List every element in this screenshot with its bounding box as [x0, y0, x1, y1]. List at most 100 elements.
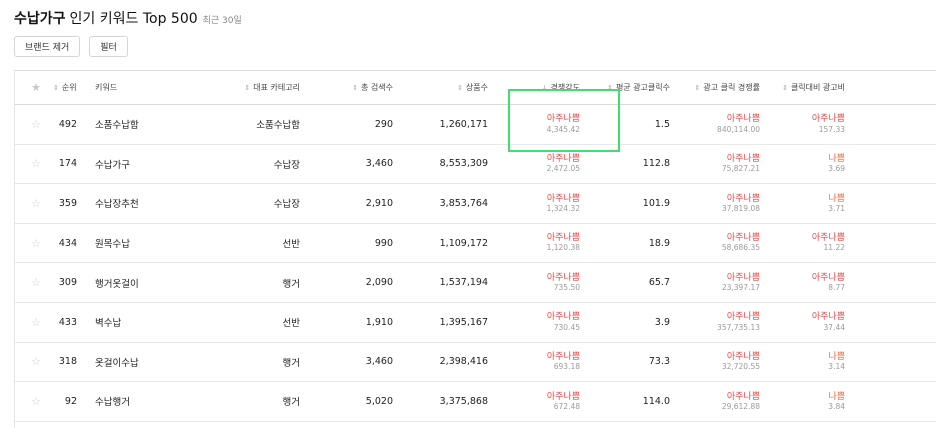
star-outline-icon[interactable]: ☆ [31, 395, 41, 408]
competition-level: 아주나쁨 [546, 193, 580, 204]
ad-click-competition-cell: 아주나쁨 37,819.08 [680, 184, 760, 223]
rank-cell: 92 [64, 395, 77, 407]
table-row[interactable]: ☆ 309 행거옷걸이 행거 2,090 1,537,194 아주나쁨 735.50 65.7 아… [15, 263, 936, 303]
favorite-toggle[interactable]: ☆ [27, 382, 45, 421]
click-cost-level: 아주나쁨 [811, 312, 845, 323]
search-volume-cell: 1,910 [365, 316, 393, 328]
header-star[interactable]: ★ [27, 71, 45, 104]
competition-value: 1,324.32 [546, 203, 580, 213]
category-title: 수납가구 [14, 11, 66, 27]
category-cell: 선반 [282, 318, 300, 330]
avg-ad-clicks-cell: 112.8 [642, 158, 670, 170]
ad-click-competition-level: 아주나쁨 [726, 312, 760, 323]
favorite-toggle[interactable]: ☆ [27, 105, 45, 144]
star-outline-icon[interactable]: ☆ [31, 276, 41, 289]
page-title: 인기 키워드 Top 500 [69, 11, 198, 27]
category-cell: 수납장 [273, 159, 300, 171]
rank-cell: 492 [58, 118, 77, 130]
header-click-cost[interactable]: ⇕ 클릭대비 광고비 [775, 71, 845, 104]
rank-cell: 434 [58, 237, 77, 249]
competition-cell: 아주나쁨 2,472.05 [510, 145, 580, 184]
ad-click-competition-level: 아주나쁨 [726, 233, 760, 244]
header-avg-ad-clicks-label: 평균 광고클릭수 [615, 83, 670, 92]
table-row[interactable]: ☆ 433 벽수납 선반 1,910 1,395,167 아주나쁨 730.45 3.9 아주나쁨… [15, 303, 936, 343]
competition-cell: 아주나쁨 1,324.32 [510, 184, 580, 223]
sort-arrows-icon: ⇕ [244, 83, 251, 92]
avg-ad-clicks-cell: 1.5 [654, 118, 670, 130]
category-cell: 소품수납함 [256, 120, 300, 132]
competition-level: 아주나쁨 [546, 233, 580, 244]
table-row[interactable]: ☆ 359 수납장추천 수납장 2,910 3,853,764 아주나쁨 1,324.32 10… [15, 184, 936, 224]
click-cost-level: 아주나쁨 [811, 114, 845, 125]
star-outline-icon[interactable]: ☆ [31, 157, 41, 170]
competition-level: 아주나쁨 [546, 351, 580, 362]
favorite-toggle[interactable]: ☆ [27, 303, 45, 342]
header-search-volume-label: 총 검색수 [361, 83, 393, 92]
competition-level: 아주나쁨 [546, 272, 580, 283]
header-category[interactable]: ⇕ 대표 카테고리 [185, 71, 300, 104]
star-outline-icon[interactable]: ☆ [31, 316, 41, 329]
sort-arrows-icon: ⇕ [457, 83, 463, 92]
table-row[interactable]: ☆ 434 원목수납 선반 990 1,109,172 아주나쁨 1,120.38 18.9 아주… [15, 224, 936, 264]
category-cell: 선반 [282, 239, 300, 251]
click-cost-cell: 아주나쁨 11.22 [775, 224, 845, 263]
favorite-toggle[interactable]: ☆ [27, 145, 45, 184]
filter-button[interactable]: 필터 [89, 36, 128, 57]
star-outline-icon[interactable]: ☆ [31, 237, 41, 250]
table-row[interactable]: ☆ 492 소품수납함 소품수납함 290 1,260,171 아주나쁨 4,345.42 1.… [15, 105, 936, 145]
table-row[interactable]: ☆ 174 수납가구 수납장 3,460 8,553,309 아주나쁨 2,472.05 112… [15, 145, 936, 185]
click-cost-value: 3.71 [828, 203, 845, 213]
category-cell: 행거 [282, 397, 300, 409]
category-cell: 수납장 [273, 199, 300, 211]
ad-click-competition-value: 75,827.21 [721, 164, 760, 174]
header-search-volume[interactable]: ⇕ 총 검색수 [315, 71, 393, 104]
ad-click-competition-level: 아주나쁨 [726, 272, 760, 283]
favorite-toggle[interactable]: ☆ [27, 184, 45, 223]
competition-cell: 아주나쁨 693.18 [510, 343, 580, 382]
competition-value: 2,472.05 [546, 164, 580, 174]
ad-click-competition-level: 아주나쁨 [726, 153, 760, 164]
click-cost-value: 157.33 [818, 124, 845, 134]
header-product-count[interactable]: ⇕ 상품수 [405, 71, 488, 104]
header-avg-ad-clicks[interactable]: ⇕ 평균 광고클릭수 [590, 71, 670, 104]
table-row[interactable]: ☆ 92 수납행거 행거 5,020 3,375,868 아주나쁨 672.48 114.0 아주… [15, 382, 936, 422]
competition-value: 1,120.38 [546, 243, 580, 253]
header-click-cost-label: 클릭대비 광고비 [790, 83, 845, 92]
header-competition[interactable]: ↓ 경쟁강도 [510, 71, 580, 104]
click-cost-value: 3.14 [828, 362, 845, 372]
search-volume-cell: 2,910 [365, 197, 393, 209]
click-cost-cell: 아주나쁨 157.33 [775, 105, 845, 144]
rank-cell: 174 [58, 158, 77, 170]
ad-click-competition-value: 357,735.13 [717, 322, 760, 332]
header-ad-click-competition-label: 광고 클릭 경쟁률 [703, 83, 760, 92]
brand-remove-button[interactable]: 브랜드 제거 [14, 36, 81, 57]
ad-click-competition-cell: 아주나쁨 75,827.21 [680, 145, 760, 184]
toolbar: 브랜드 제거 필터 [14, 36, 128, 57]
table-row[interactable]: ☆ 318 옷걸이수납 행거 3,460 2,398,416 아주나쁨 693.18 73.3 아… [15, 343, 936, 383]
favorite-toggle[interactable]: ☆ [27, 263, 45, 302]
table-header: ★ ⇕ 순위 키워드 ⇕ 대표 카테고리 ⇕ 총 검색수 ⇕ 상품수 ↓ 경쟁강도 ⇕ 평균… [15, 71, 936, 105]
rank-cell: 318 [58, 356, 77, 368]
header-ad-click-competition[interactable]: ⇕ 광고 클릭 경쟁률 [680, 71, 760, 104]
search-volume-cell: 990 [374, 237, 393, 249]
avg-ad-clicks-cell: 3.9 [654, 316, 670, 328]
header-product-count-label: 상품수 [465, 83, 488, 92]
ad-click-competition-value: 32,720.55 [721, 362, 760, 372]
header-rank[interactable]: ⇕ 순위 [53, 71, 93, 104]
search-volume-cell: 3,460 [365, 158, 393, 170]
avg-ad-clicks-cell: 101.9 [642, 197, 670, 209]
click-cost-value: 3.84 [828, 401, 845, 411]
star-outline-icon[interactable]: ☆ [31, 355, 41, 368]
favorite-toggle[interactable]: ☆ [27, 224, 45, 263]
competition-cell: 아주나쁨 735.50 [510, 263, 580, 302]
category-cell: 행거 [282, 278, 300, 290]
competition-level: 아주나쁨 [546, 114, 580, 125]
competition-cell: 아주나쁨 672.48 [510, 382, 580, 421]
ad-click-competition-level: 아주나쁨 [726, 193, 760, 204]
favorite-toggle[interactable]: ☆ [27, 343, 45, 382]
ad-click-competition-value: 58,686.35 [721, 243, 760, 253]
star-outline-icon[interactable]: ☆ [31, 118, 41, 131]
avg-ad-clicks-cell: 73.3 [648, 356, 670, 368]
competition-value: 735.50 [553, 283, 580, 293]
star-outline-icon[interactable]: ☆ [31, 197, 41, 210]
